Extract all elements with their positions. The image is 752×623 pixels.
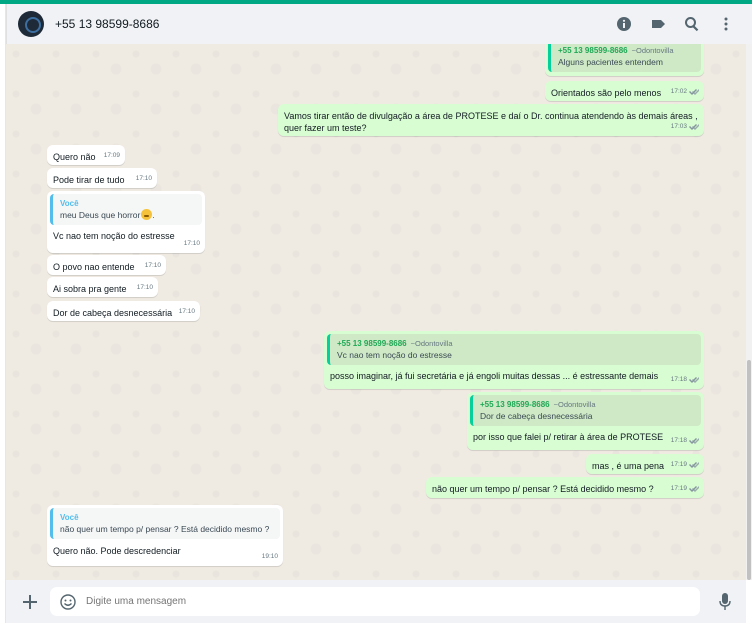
message-meta: 17:19 xyxy=(671,483,699,495)
emoji-icon[interactable] xyxy=(59,593,77,611)
emoji-icon xyxy=(141,209,153,220)
quote-author: Você xyxy=(60,513,79,522)
avatar[interactable] xyxy=(18,11,44,37)
message-text: Vamos tirar então de divulgação a área d… xyxy=(284,111,701,133)
message-time: 17:02 xyxy=(670,88,687,95)
quote-pushname: ~Odontovilla xyxy=(410,339,453,348)
label-icon[interactable] xyxy=(650,16,666,32)
quote-author: +55 13 98599-8686 xyxy=(337,339,407,348)
message-time: 19:10 xyxy=(261,553,278,560)
quoted-message[interactable]: +55 13 98599-8686 ~Odontovilla Alguns pac… xyxy=(548,44,701,72)
message-time: 17:09 xyxy=(103,152,120,159)
message-text: Quero não. Pode descredenciar xyxy=(53,546,181,556)
quoted-message[interactable]: Você não quer um tempo p/ pensar ? Está … xyxy=(50,508,280,539)
quote-pushname: ~Odontovilla xyxy=(553,400,596,409)
message-list[interactable]: +55 13 98599-8686 ~Odontovilla Alguns pac… xyxy=(6,44,746,580)
message-bubble[interactable]: +55 13 98599-8686 ~Odontovilla Alguns pac… xyxy=(545,44,704,76)
quote-author: +55 13 98599-8686 xyxy=(480,400,550,409)
quote-author: Você xyxy=(60,199,79,208)
info-icon[interactable] xyxy=(616,16,632,32)
composer-bar xyxy=(6,580,746,623)
search-icon[interactable] xyxy=(684,16,700,32)
quote-text: Dor de cabeça desnecessária xyxy=(480,411,593,421)
message-bubble[interactable]: O povo nao entende 17:10 xyxy=(47,255,166,275)
message-meta: 17:18 xyxy=(671,435,699,447)
message-meta: 17:10 xyxy=(137,282,153,294)
quote-author: +55 13 98599-8686 xyxy=(558,46,628,55)
message-meta: 17:10 xyxy=(145,260,161,272)
read-ticks-icon xyxy=(689,124,699,130)
message-time: 17:10 xyxy=(144,262,161,269)
message-time: 17:10 xyxy=(178,308,195,315)
read-ticks-icon xyxy=(689,462,699,468)
read-ticks-icon xyxy=(689,486,699,492)
message-bubble[interactable]: não quer um tempo p/ pensar ? Está decid… xyxy=(426,477,704,498)
message-bubble[interactable]: +55 13 98599-8686 ~Odontovilla Vc nao tem… xyxy=(324,331,704,389)
message-time: 17:18 xyxy=(670,376,687,383)
message-meta: 17:10 xyxy=(136,173,152,185)
message-text: não quer um tempo p/ pensar ? Está decid… xyxy=(432,484,654,494)
read-ticks-icon xyxy=(689,89,699,95)
quoted-message[interactable]: Você meu Deus que horror. xyxy=(50,194,202,225)
message-input-box[interactable] xyxy=(50,587,700,616)
message-bubble[interactable]: Quero não 17:09 xyxy=(47,145,125,165)
message-bubble[interactable]: +55 13 98599-8686 ~Odontovilla Dor de cab… xyxy=(467,392,704,450)
contact-name[interactable]: +55 13 98599-8686 xyxy=(55,17,159,31)
message-bubble[interactable]: Vamos tirar então de divulgação a área d… xyxy=(278,104,704,136)
message-meta: 17:10 xyxy=(184,238,200,250)
message-text: posso imaginar, já fui secretária e já e… xyxy=(330,371,659,381)
message-text: Dor de cabeça desnecessária xyxy=(53,308,173,318)
message-time: 17:03 xyxy=(670,123,687,130)
message-bubble[interactable]: Pode tirar de tudo 17:10 xyxy=(47,168,157,188)
message-meta: 17:19 xyxy=(671,459,699,471)
plus-icon[interactable] xyxy=(20,592,40,612)
message-meta: 17:03 xyxy=(671,121,699,133)
quoted-message[interactable]: +55 13 98599-8686 ~Odontovilla Dor de cab… xyxy=(470,395,701,426)
message-time: 17:10 xyxy=(135,175,152,182)
message-bubble[interactable]: mas , é uma pena 17:19 xyxy=(586,454,704,474)
message-meta: 17:09 xyxy=(104,150,120,162)
message-bubble[interactable]: Você não quer um tempo p/ pensar ? Está … xyxy=(47,505,283,566)
message-meta: 19:10 xyxy=(262,551,278,563)
message-bubble[interactable]: Ai sobra pra gente 17:10 xyxy=(47,277,158,297)
mic-icon[interactable] xyxy=(717,593,733,611)
read-ticks-icon xyxy=(689,377,699,383)
quote-text: não quer um tempo p/ pensar ? Está decid… xyxy=(60,524,270,534)
message-input[interactable] xyxy=(86,596,646,607)
header-actions xyxy=(616,16,734,32)
message-bubble[interactable]: Dor de cabeça desnecessária 17:10 xyxy=(47,301,200,321)
message-bubble[interactable]: Orientados são pelo menos 17:02 xyxy=(545,81,704,101)
scrollbar-thumb[interactable] xyxy=(747,360,751,580)
quote-text: meu Deus que horror xyxy=(60,210,141,220)
quoted-message[interactable]: +55 13 98599-8686 ~Odontovilla Vc nao tem… xyxy=(327,334,701,365)
message-bubble[interactable]: Você meu Deus que horror. Vc nao tem noç… xyxy=(47,191,205,253)
chat-header[interactable]: +55 13 98599-8686 xyxy=(6,4,752,44)
quote-pushname: ~Odontovilla xyxy=(631,46,674,55)
message-time: 17:10 xyxy=(183,240,200,247)
quote-text: Vc nao tem noção do estresse xyxy=(337,350,452,360)
message-time: 17:19 xyxy=(670,461,687,468)
message-text: Vc nao tem noção do estresse xyxy=(53,231,175,241)
message-text: por isso que falei p/ retirar à área de … xyxy=(473,432,664,442)
message-meta: 17:18 xyxy=(671,374,699,386)
message-time: 17:18 xyxy=(670,437,687,444)
message-meta: 17:10 xyxy=(179,306,195,318)
read-ticks-icon xyxy=(689,438,699,444)
message-meta: 17:02 xyxy=(671,86,699,98)
message-time: 17:10 xyxy=(136,284,153,291)
menu-icon[interactable] xyxy=(718,16,734,32)
chat-scrollbar[interactable] xyxy=(746,44,752,580)
message-time: 17:19 xyxy=(670,485,687,492)
quote-text: Alguns pacientes entendem xyxy=(558,57,663,67)
